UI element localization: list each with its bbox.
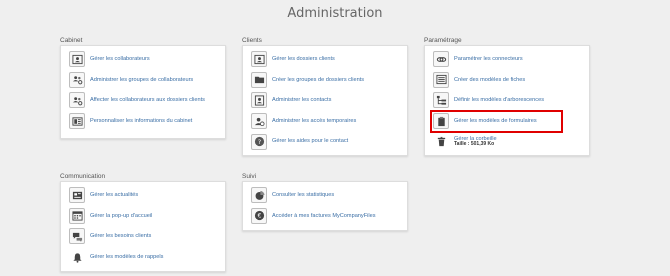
section-communication: Communication Gérer les actualités Gérer…	[60, 172, 226, 272]
help-icon: ?	[251, 133, 267, 150]
menu-item-corbeille[interactable]: Gérer la corbeille Taille : 501,39 Ko	[433, 131, 589, 152]
list-icon	[433, 71, 449, 88]
news-icon	[69, 187, 85, 204]
menu-item-label[interactable]: Administrer les contacts	[272, 97, 331, 103]
section-cabinet: Cabinet Gérer les collaborateurs Adminis…	[60, 36, 226, 139]
section-suivi: Suivi Consulter les statistiques € Accéd…	[242, 172, 408, 231]
folder-icon	[251, 71, 267, 88]
menu-item-label[interactable]: Gérer les aides pour le contact	[272, 138, 348, 144]
menu-item-statistiques[interactable]: Consulter les statistiques	[251, 185, 407, 206]
menu-item-collaborateurs[interactable]: Gérer les collaborateurs	[69, 49, 225, 70]
menu-item-label[interactable]: Consulter les statistiques	[272, 192, 334, 198]
menu-item-label[interactable]: Administrer les accès temporaires	[272, 118, 356, 124]
svg-text:€: €	[257, 213, 261, 220]
menu-item-popup-accueil[interactable]: Gérer la pop-up d'accueil	[69, 206, 225, 227]
page-title: Administration	[287, 6, 383, 21]
menu-item-label[interactable]: Gérer les besoins clients	[90, 233, 151, 239]
menu-item-factures[interactable]: € Accéder à mes factures MyCompanyFiles	[251, 206, 407, 227]
menu-item-label[interactable]: Accéder à mes factures MyCompanyFiles	[272, 213, 376, 219]
section-title-parametrage: Paramétrage	[424, 37, 462, 44]
svg-text:?: ?	[257, 138, 260, 146]
section-title-clients: Clients	[242, 37, 262, 44]
menu-item-label[interactable]: Paramétrer les connecteurs	[454, 56, 523, 62]
pie-chart-icon	[251, 187, 267, 204]
panel-parametrage: Paramétrer les connecteurs Créer des mod…	[424, 45, 590, 156]
menu-item-modeles-fiches[interactable]: Créer des modèles de fiches	[433, 70, 589, 91]
menu-item-informations-cabinet[interactable]: Personnaliser les informations du cabine…	[69, 111, 225, 132]
menu-item-actualites[interactable]: Gérer les actualités	[69, 185, 225, 206]
menu-item-label[interactable]: Gérer les modèles de rappels	[90, 254, 163, 260]
link-icon	[433, 51, 449, 68]
section-title-communication: Communication	[60, 173, 106, 180]
menu-item-label[interactable]: Créer les groupes de dossiers clients	[272, 77, 364, 83]
user-card-icon	[251, 51, 267, 68]
building-card-icon	[69, 113, 85, 130]
menu-item-dossiers-clients[interactable]: Gérer les dossiers clients	[251, 49, 407, 70]
menu-item-modeles-formulaires[interactable]: Gérer les modèles de formulaires	[433, 111, 589, 132]
section-parametrage: Paramétrage Paramétrer les connecteurs C…	[424, 36, 590, 156]
menu-item-label[interactable]: Créer des modèles de fiches	[454, 77, 525, 83]
panel-communication: Gérer les actualités Gérer la pop-up d'a…	[60, 181, 226, 272]
user-clock-icon	[251, 113, 267, 130]
menu-item-acces-temporaires[interactable]: Administrer les accès temporaires	[251, 111, 407, 132]
menu-item-groupes-collaborateurs[interactable]: Administrer les groupes de collaborateur…	[69, 70, 225, 91]
menu-item-besoins-clients[interactable]: Gérer les besoins clients	[69, 226, 225, 247]
contact-card-icon	[251, 92, 267, 109]
calendar-icon	[69, 207, 85, 224]
menu-item-label[interactable]: Gérer les actualités	[90, 192, 138, 198]
user-card-icon	[69, 51, 85, 68]
user-group-gear-icon	[69, 71, 85, 88]
clipboard-icon	[433, 113, 449, 130]
user-group-gear-icon	[69, 92, 85, 109]
menu-item-label[interactable]: Gérer les dossiers clients	[272, 56, 335, 62]
menu-item-contacts[interactable]: Administrer les contacts	[251, 90, 407, 111]
menu-item-label[interactable]: Administrer les groupes de collaborateur…	[90, 77, 193, 83]
menu-item-aides-contact[interactable]: ? Gérer les aides pour le contact	[251, 131, 407, 152]
panel-suivi: Consulter les statistiques € Accéder à m…	[242, 181, 408, 231]
menu-item-affecter-collaborateurs[interactable]: Affecter les collaborateurs aux dossiers…	[69, 90, 225, 111]
section-title-suivi: Suivi	[242, 173, 257, 180]
menu-item-label[interactable]: Gérer la pop-up d'accueil	[90, 213, 152, 219]
menu-item-label[interactable]: Définir les modèles d'arborescences	[454, 97, 544, 103]
chat-icon	[69, 228, 85, 245]
menu-item-arborescences[interactable]: Définir les modèles d'arborescences	[433, 90, 589, 111]
panel-clients: Gérer les dossiers clients Créer les gro…	[242, 45, 408, 156]
euro-icon: €	[251, 207, 267, 224]
section-title-cabinet: Cabinet	[60, 37, 83, 44]
section-clients: Clients Gérer les dossiers clients Créer…	[242, 36, 408, 156]
menu-item-label[interactable]: Personnaliser les informations du cabine…	[90, 118, 192, 124]
menu-item-connecteurs[interactable]: Paramétrer les connecteurs	[433, 49, 589, 70]
tree-icon	[433, 92, 449, 109]
bell-icon	[69, 249, 85, 265]
trash-icon	[433, 134, 449, 150]
menu-item-label[interactable]: Gérer les modèles de formulaires	[454, 118, 537, 124]
menu-item-groupes-dossiers[interactable]: Créer les groupes de dossiers clients	[251, 70, 407, 91]
menu-item-modeles-rappels[interactable]: Gérer les modèles de rappels	[69, 247, 225, 268]
panel-cabinet: Gérer les collaborateurs Administrer les…	[60, 45, 226, 139]
menu-item-label[interactable]: Gérer les collaborateurs	[90, 56, 150, 62]
menu-item-label[interactable]: Affecter les collaborateurs aux dossiers…	[90, 97, 205, 103]
trash-size: Taille : 501,39 Ko	[454, 141, 495, 147]
